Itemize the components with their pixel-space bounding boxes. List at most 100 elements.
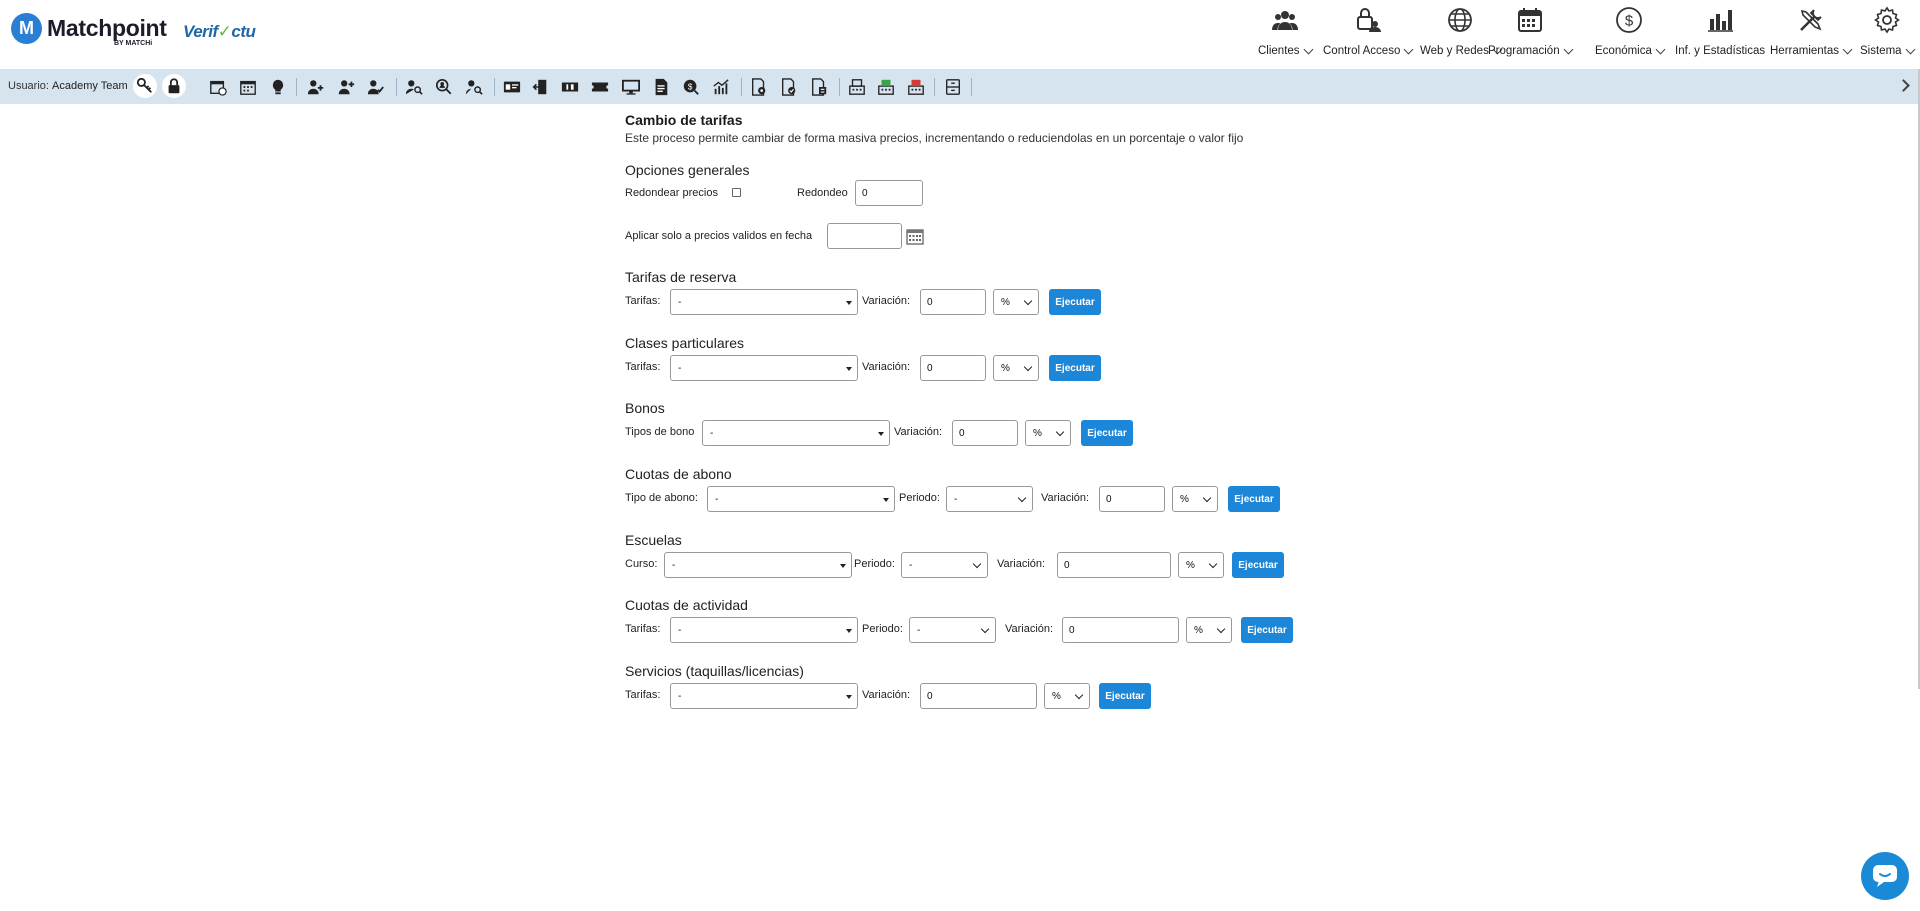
actividad-unit-select[interactable]: %: [1186, 617, 1232, 643]
nav-programacion[interactable]: Programación: [1488, 6, 1574, 57]
section-clases-title: Clases particulares: [625, 335, 745, 351]
user-search-icon[interactable]: [404, 77, 424, 97]
redondeo-input[interactable]: [855, 180, 923, 206]
user-find-icon[interactable]: [464, 77, 484, 97]
escuelas-periodo-select[interactable]: -: [901, 552, 988, 578]
money-search-icon[interactable]: $: [681, 77, 701, 97]
round-prices-checkbox[interactable]: [732, 188, 741, 197]
section-reserva-title: Tarifas de reserva: [625, 269, 737, 285]
servicios-tarifas-select[interactable]: -: [670, 683, 858, 709]
calendar-grid-icon[interactable]: [238, 77, 258, 97]
invoice-check-icon[interactable]: [779, 77, 799, 97]
clases-variacion-input[interactable]: [920, 355, 986, 381]
escuelas-unit-value: %: [1186, 559, 1195, 571]
add-user-icon[interactable]: [306, 77, 326, 97]
escuelas-curso-select[interactable]: -: [664, 552, 852, 578]
nav-clientes[interactable]: Clientes: [1258, 6, 1314, 57]
key-icon[interactable]: [133, 74, 157, 98]
logo-text: Matchpoint: [47, 15, 167, 41]
chevron-down-icon: [1655, 44, 1666, 54]
nav-economica[interactable]: $ Económica: [1595, 6, 1666, 57]
reserva-tarifas-select[interactable]: -: [670, 289, 858, 315]
bonos-unit-select[interactable]: %: [1025, 420, 1071, 446]
dollar-icon: $: [1616, 7, 1643, 33]
abono-ejecutar-button[interactable]: Ejecutar: [1228, 486, 1280, 512]
servicios-variacion-input[interactable]: [920, 683, 1037, 709]
actividad-variacion-input[interactable]: [1062, 617, 1179, 643]
escuelas-curso-value: -: [672, 559, 676, 571]
abono-periodo-select[interactable]: -: [946, 486, 1033, 512]
add-users-icon[interactable]: [336, 77, 356, 97]
id-card-icon[interactable]: [502, 77, 522, 97]
reserva-ejecutar-button[interactable]: Ejecutar: [1049, 289, 1101, 315]
escuelas-variacion-input[interactable]: [1057, 552, 1171, 578]
toolbar-divider: [839, 78, 840, 96]
user-name: Academy Team: [52, 80, 128, 92]
chat-launcher-button[interactable]: [1861, 852, 1909, 900]
document-icon[interactable]: [651, 77, 671, 97]
verifactu-logo: Verif✓ctu: [183, 22, 256, 42]
nav-herramientas-label: Herramientas: [1770, 45, 1840, 57]
bonos-tipos-select[interactable]: -: [702, 420, 890, 446]
actividad-periodo-value: -: [917, 624, 921, 636]
users-icon: [1271, 11, 1298, 30]
toolbar-divider: [741, 78, 742, 96]
servicios-unit-select[interactable]: %: [1044, 683, 1090, 709]
actividad-periodo-select[interactable]: -: [909, 617, 996, 643]
monitor-icon[interactable]: [621, 77, 641, 97]
lightbulb-icon[interactable]: [268, 77, 288, 97]
chevron-down-icon: [1023, 296, 1033, 306]
reserva-tarifas-value: -: [678, 296, 682, 308]
abono-tipo-value: -: [715, 493, 719, 505]
user-check-icon[interactable]: [366, 77, 386, 97]
valid-date-label: Aplicar solo a precios validos en fecha: [625, 230, 813, 242]
calendar-clock-icon[interactable]: [208, 77, 228, 97]
servicios-ejecutar-button[interactable]: Ejecutar: [1099, 683, 1151, 709]
reserva-unit-select[interactable]: %: [993, 289, 1039, 315]
line-chart-icon[interactable]: [711, 77, 731, 97]
actividad-ejecutar-button[interactable]: Ejecutar: [1241, 617, 1293, 643]
reserva-variacion-input[interactable]: [920, 289, 986, 315]
calendar-picker-icon[interactable]: [906, 227, 924, 245]
register-open-icon[interactable]: [876, 77, 896, 97]
valid-date-input[interactable]: [827, 223, 902, 249]
bonos-unit-value: %: [1033, 427, 1042, 439]
nav-control-acceso[interactable]: Control Acceso: [1323, 6, 1414, 57]
clases-unit-select[interactable]: %: [993, 355, 1039, 381]
nav-sistema[interactable]: Sistema: [1860, 6, 1915, 57]
nav-herramientas[interactable]: Herramientas: [1770, 6, 1853, 57]
escuelas-periodo-label: Periodo:: [854, 558, 895, 570]
register-close-icon[interactable]: [906, 77, 926, 97]
chevron-down-icon: [1017, 493, 1027, 503]
reserva-tarifas-label: Tarifas:: [625, 295, 661, 307]
chevron-right-icon[interactable]: [1897, 79, 1910, 92]
register-icon[interactable]: [847, 77, 867, 97]
invoice-list-icon[interactable]: [809, 77, 829, 97]
actividad-tarifas-select[interactable]: -: [670, 617, 858, 643]
quick-toolbar: Usuario: Academy Team $: [0, 69, 1920, 104]
abono-unit-select[interactable]: %: [1172, 486, 1218, 512]
invoice-gear-icon[interactable]: [749, 77, 769, 97]
nav-estadisticas[interactable]: Inf. y Estadísticas: [1675, 6, 1765, 57]
drawer-icon[interactable]: [943, 77, 963, 97]
escuelas-unit-select[interactable]: %: [1178, 552, 1224, 578]
lock-icon[interactable]: [162, 74, 186, 98]
search-user-icon[interactable]: [434, 77, 454, 97]
voucher-icon[interactable]: [590, 77, 610, 97]
top-header: M Matchpoint BY MATCHi Verif✓ctu Cliente…: [0, 0, 1920, 69]
abono-tipo-select[interactable]: -: [707, 486, 895, 512]
bonos-ejecutar-button[interactable]: Ejecutar: [1081, 420, 1133, 446]
caret-down-icon: [883, 498, 889, 502]
ticket-icon[interactable]: [560, 77, 580, 97]
abono-variacion-input[interactable]: [1099, 486, 1165, 512]
actividad-tarifas-value: -: [678, 624, 682, 636]
clases-tarifas-select[interactable]: -: [670, 355, 858, 381]
reserva-unit-value: %: [1001, 296, 1010, 308]
access-control-icon: [1356, 8, 1381, 32]
escuelas-ejecutar-button[interactable]: Ejecutar: [1232, 552, 1284, 578]
toolbar-divider: [934, 78, 935, 96]
chevron-down-icon: [1403, 44, 1414, 54]
clases-ejecutar-button[interactable]: Ejecutar: [1049, 355, 1101, 381]
bonos-variacion-input[interactable]: [952, 420, 1018, 446]
door-exit-icon[interactable]: [530, 77, 550, 97]
